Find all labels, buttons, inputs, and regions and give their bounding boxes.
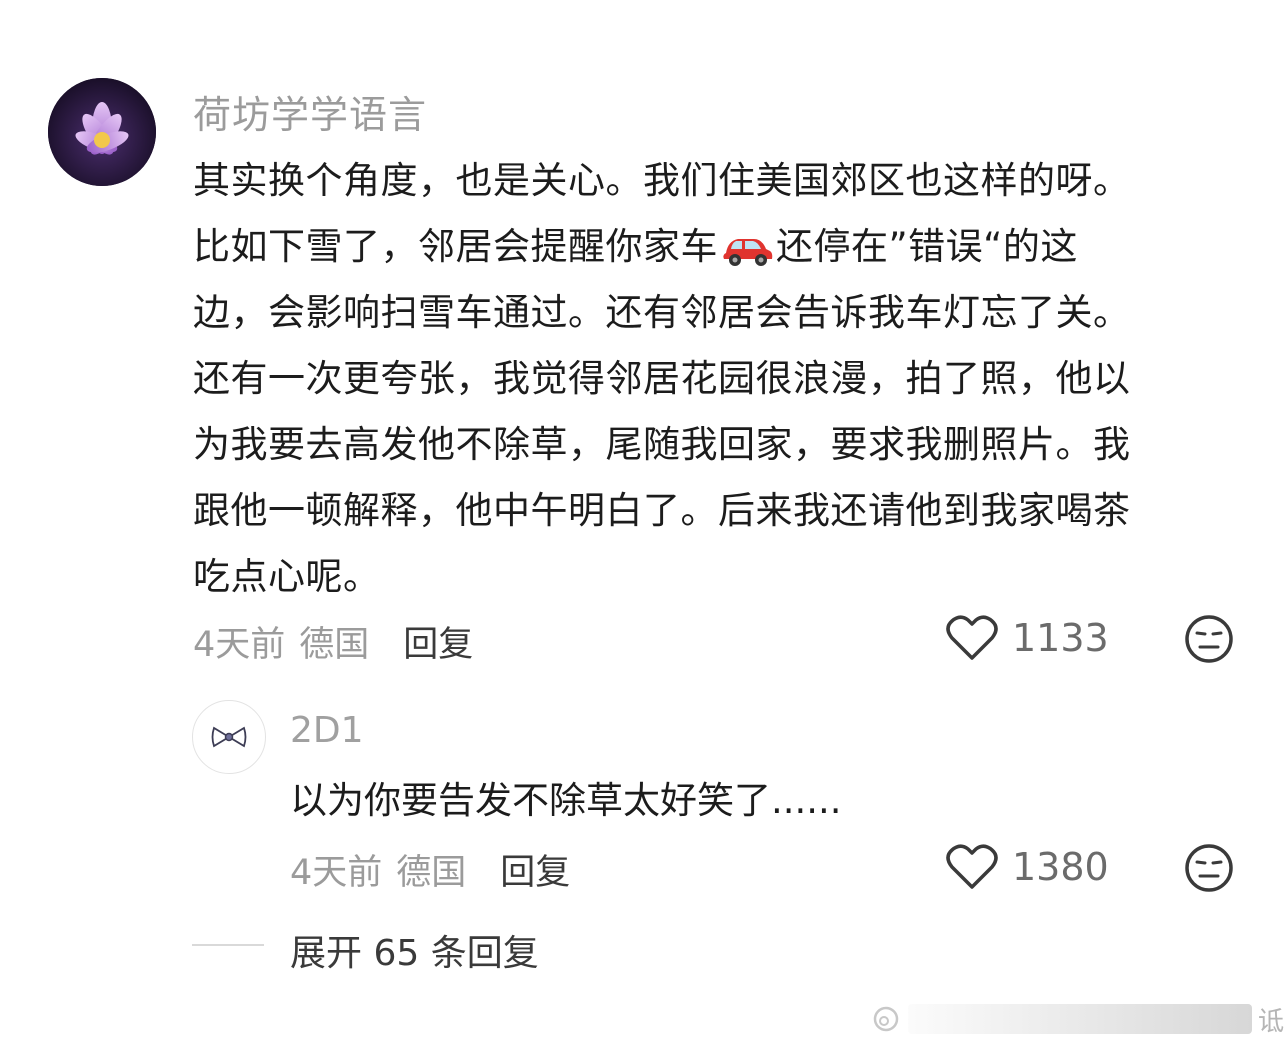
- comment-time: 4天前: [193, 625, 286, 665]
- reply-username[interactable]: 2D1: [290, 710, 364, 751]
- meh-face-icon: [1185, 615, 1233, 663]
- comment-username[interactable]: 荷坊学学语言: [193, 84, 427, 139]
- comment-content: 其实换个角度，也是关心。我们住美国郊区也这样的呀。 比如下雪了，邻居会提醒你家车…: [193, 148, 1253, 610]
- expand-divider: [192, 944, 264, 946]
- watermark-bar: [908, 1004, 1252, 1034]
- dislike-button[interactable]: [1184, 614, 1234, 668]
- reply-location: 德国: [396, 853, 467, 893]
- comment-location: 德国: [299, 625, 370, 665]
- heart-outline-icon: [946, 615, 998, 660]
- reply-avatar[interactable]: [192, 700, 266, 774]
- comment-content-part-2: 还停在”错误“的这 边，会影响扫雪车通过。还有邻居会告诉我车灯忘了关。 还有一次…: [193, 225, 1131, 598]
- reply-reply-button[interactable]: 回复: [500, 844, 570, 895]
- watermark: 诋: [872, 998, 1284, 1040]
- red-car-emoji-icon: [723, 238, 773, 266]
- like-button[interactable]: 1133: [946, 614, 1109, 662]
- watermark-text: 诋: [1257, 1006, 1284, 1037]
- lotus-avatar-image: [48, 78, 156, 186]
- reply-button[interactable]: 回复: [403, 616, 473, 667]
- bow-icon: [211, 726, 247, 748]
- expand-replies-button[interactable]: 展开 65 条回复: [290, 924, 539, 976]
- reply-time: 4天前: [290, 853, 383, 893]
- meh-face-icon: [1185, 844, 1233, 892]
- weibo-logo-icon: [873, 1006, 899, 1032]
- comment-meta: 4天前 德国 回复: [193, 616, 473, 667]
- heart-outline-icon: [946, 844, 998, 889]
- like-count: 1133: [1012, 616, 1109, 660]
- reply-like-count: 1380: [1012, 845, 1109, 889]
- reply-dislike-button[interactable]: [1184, 843, 1234, 897]
- avatar[interactable]: [48, 78, 156, 186]
- reply-content: 以为你要告发不除草太好笑了......: [290, 779, 842, 822]
- reply-meta: 4天前 德国 回复: [290, 844, 570, 895]
- reply-like-button[interactable]: 1380: [946, 843, 1109, 891]
